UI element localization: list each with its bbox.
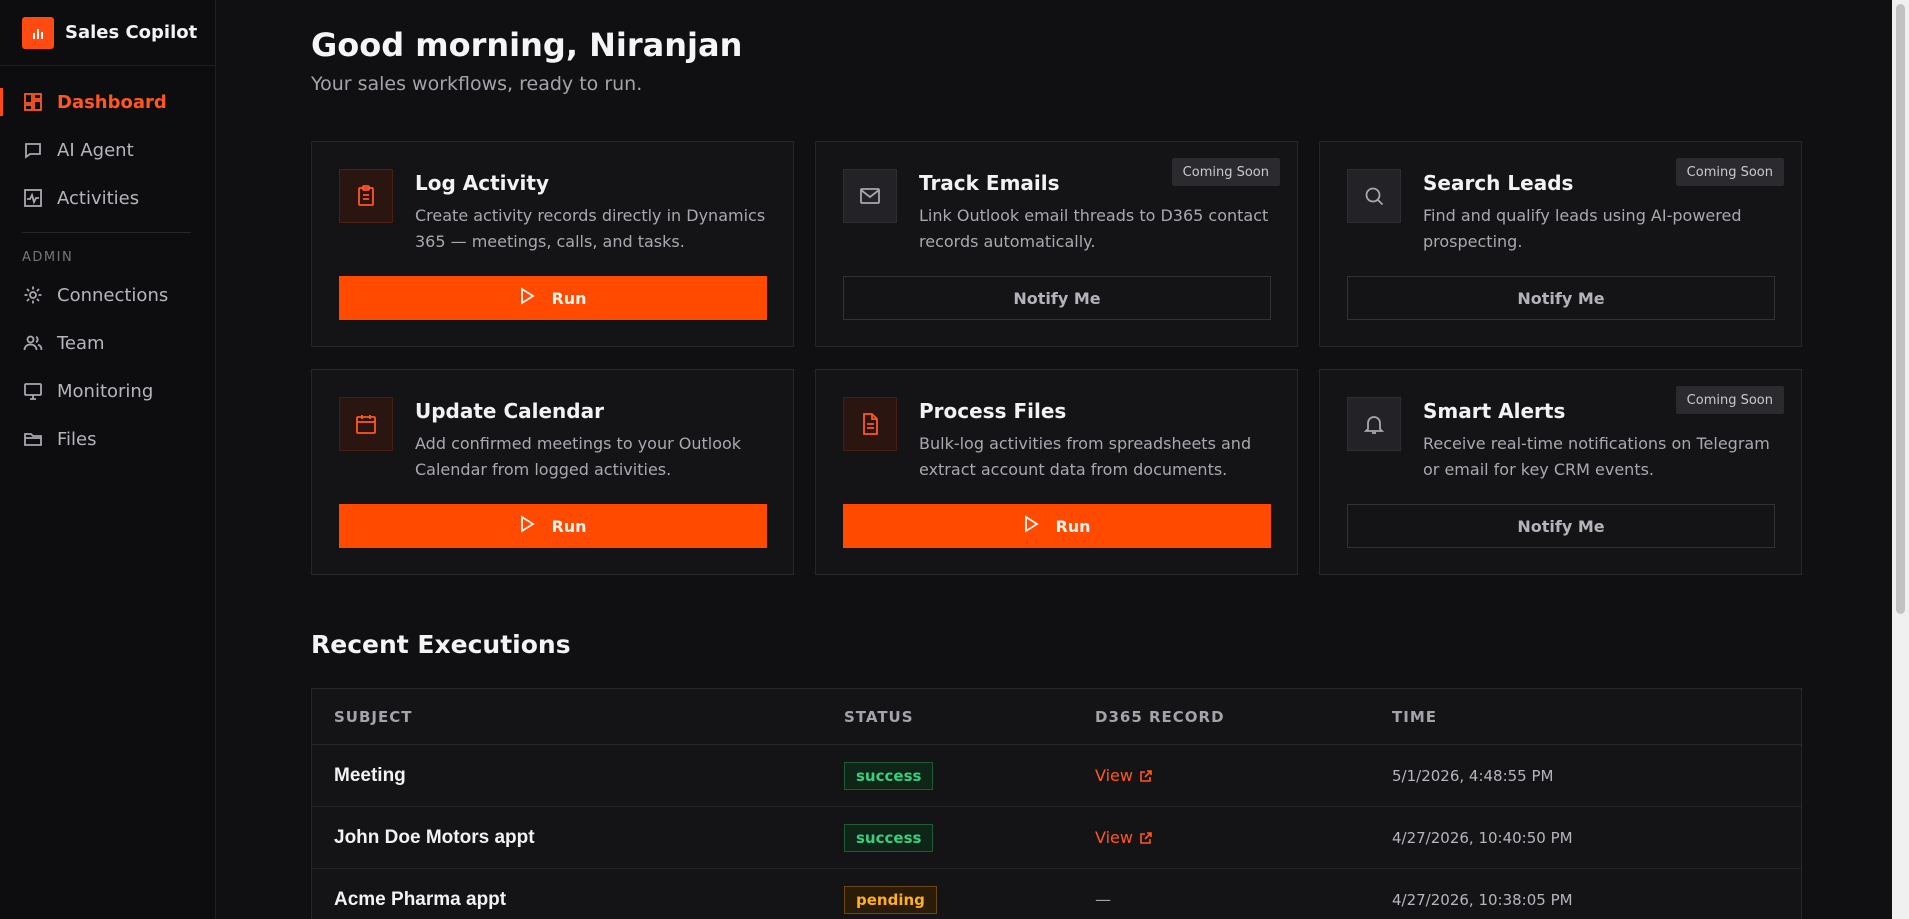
activity-icon <box>22 187 44 209</box>
gear-icon <box>22 284 44 306</box>
sidebar-item-activities[interactable]: Activities <box>0 174 215 222</box>
table-header: SUBJECT STATUS D365 RECORD TIME <box>312 689 1801 745</box>
sidebar-item-label: AI Agent <box>57 139 134 161</box>
calendar-icon <box>339 397 393 451</box>
coming-soon-badge: Coming Soon <box>1675 158 1784 186</box>
no-record: — <box>1095 890 1111 909</box>
card-title: Smart Alerts <box>1423 399 1566 423</box>
app-name: Sales Copilot <box>65 22 198 43</box>
row-time: 4/27/2026, 10:40:50 PM <box>1392 829 1573 847</box>
play-icon <box>519 515 536 537</box>
workflow-card-smart-alerts: Smart Alerts Coming Soon Receive real-ti… <box>1319 369 1802 575</box>
column-header-subject[interactable]: SUBJECT <box>312 708 844 726</box>
sidebar-item-team[interactable]: Team <box>0 319 215 367</box>
sidebar-item-label: Monitoring <box>57 380 154 402</box>
run-button-label: Run <box>1055 516 1091 536</box>
sidebar-item-label: Dashboard <box>57 91 167 113</box>
sidebar-nav: Dashboard AI Agent Activities ADMIN Conn… <box>0 66 215 463</box>
play-icon <box>519 287 536 309</box>
sidebar-item-label: Team <box>57 332 105 354</box>
row-subject: Acme Pharma appt <box>334 888 507 910</box>
bell-icon <box>1347 397 1401 451</box>
card-title: Track Emails <box>919 171 1060 195</box>
notify-me-button[interactable]: Notify Me <box>1347 504 1775 548</box>
sidebar-item-connections[interactable]: Connections <box>0 271 215 319</box>
run-button-label: Run <box>551 288 587 308</box>
sidebar-item-dashboard[interactable]: Dashboard <box>0 78 215 126</box>
table-row[interactable]: John Doe Motors appt success View 4/27/2… <box>312 807 1801 869</box>
run-button-label: Run <box>551 516 587 536</box>
file-text-icon <box>843 397 897 451</box>
chat-icon <box>22 139 44 161</box>
view-record-link[interactable]: View <box>1095 766 1153 785</box>
recent-executions-table: SUBJECT STATUS D365 RECORD TIME Meeting … <box>311 688 1802 919</box>
card-description: Add confirmed meetings to your Outlook C… <box>415 434 742 479</box>
scrollbar-thumb[interactable] <box>1896 4 1905 614</box>
workflow-card-track-emails: Track Emails Coming Soon Link Outlook em… <box>815 141 1298 347</box>
brand[interactable]: Sales Copilot <box>0 0 215 66</box>
run-button[interactable]: Run <box>339 276 767 320</box>
recent-executions-title: Recent Executions <box>311 630 571 659</box>
bar-chart-icon <box>22 16 54 49</box>
view-record-link[interactable]: View <box>1095 828 1153 847</box>
page-title: Good morning, Niranjan <box>311 26 743 64</box>
mail-icon <box>843 169 897 223</box>
card-description: Link Outlook email threads to D365 conta… <box>919 206 1269 251</box>
run-button[interactable]: Run <box>339 504 767 548</box>
column-header-status[interactable]: STATUS <box>844 708 1095 726</box>
column-header-record[interactable]: D365 RECORD <box>1095 708 1392 726</box>
sidebar-item-label: Files <box>57 428 97 450</box>
card-title: Log Activity <box>415 171 550 195</box>
page-scrollbar[interactable] <box>1892 0 1909 919</box>
status-badge: success <box>844 761 934 790</box>
table-row[interactable]: Meeting success View 5/1/2026, 4:48:55 P… <box>312 745 1801 807</box>
row-subject: John Doe Motors appt <box>334 826 535 848</box>
coming-soon-badge: Coming Soon <box>1171 158 1280 186</box>
sidebar-item-monitoring[interactable]: Monitoring <box>0 367 215 415</box>
notify-me-button[interactable]: Notify Me <box>843 276 1271 320</box>
view-link-label: View <box>1095 766 1133 785</box>
row-subject: Meeting <box>334 764 406 786</box>
card-description: Find and qualify leads using AI-powered … <box>1423 206 1742 251</box>
table-row[interactable]: Acme Pharma appt pending — 4/27/2026, 10… <box>312 869 1801 919</box>
users-icon <box>22 332 44 354</box>
search-icon <box>1347 169 1401 223</box>
row-time: 5/1/2026, 4:48:55 PM <box>1392 767 1554 785</box>
external-link-icon <box>1139 769 1153 783</box>
workflow-card-update-calendar: Update Calendar Add confirmed meetings t… <box>311 369 794 575</box>
sidebar-item-ai-agent[interactable]: AI Agent <box>0 126 215 174</box>
view-link-label: View <box>1095 828 1133 847</box>
column-header-time[interactable]: TIME <box>1392 708 1792 726</box>
admin-section-label: ADMIN <box>22 249 74 265</box>
external-link-icon <box>1139 831 1153 845</box>
row-time: 4/27/2026, 10:38:05 PM <box>1392 891 1573 909</box>
status-badge: success <box>844 823 934 852</box>
card-description: Bulk-log activities from spreadsheets an… <box>919 434 1252 479</box>
sidebar: Sales Copilot Dashboard AI Agent Activit… <box>0 0 216 919</box>
run-button[interactable]: Run <box>843 504 1271 548</box>
card-description: Create activity records directly in Dyna… <box>415 206 766 251</box>
workflow-card-log-activity: Log Activity Create activity records dir… <box>311 141 794 347</box>
workflow-cards: Log Activity Create activity records dir… <box>311 141 1802 575</box>
monitor-icon <box>22 380 44 402</box>
notify-me-button[interactable]: Notify Me <box>1347 276 1775 320</box>
card-title: Update Calendar <box>415 399 604 423</box>
card-title: Process Files <box>919 399 1067 423</box>
page-subtitle: Your sales workflows, ready to run. <box>311 73 643 95</box>
workflow-card-search-leads: Search Leads Coming Soon Find and qualif… <box>1319 141 1802 347</box>
card-description: Receive real-time notifications on Teleg… <box>1423 434 1770 479</box>
nav-divider <box>22 232 191 233</box>
sidebar-item-label: Activities <box>57 187 140 209</box>
play-icon <box>1023 515 1040 537</box>
card-title: Search Leads <box>1423 171 1574 195</box>
sidebar-item-label: Connections <box>57 284 169 306</box>
folder-icon <box>22 428 44 450</box>
clipboard-icon <box>339 169 393 223</box>
dashboard-icon <box>22 91 44 113</box>
sidebar-item-files[interactable]: Files <box>0 415 215 463</box>
status-badge: pending <box>844 885 937 914</box>
workflow-card-process-files: Process Files Bulk-log activities from s… <box>815 369 1298 575</box>
coming-soon-badge: Coming Soon <box>1675 386 1784 414</box>
